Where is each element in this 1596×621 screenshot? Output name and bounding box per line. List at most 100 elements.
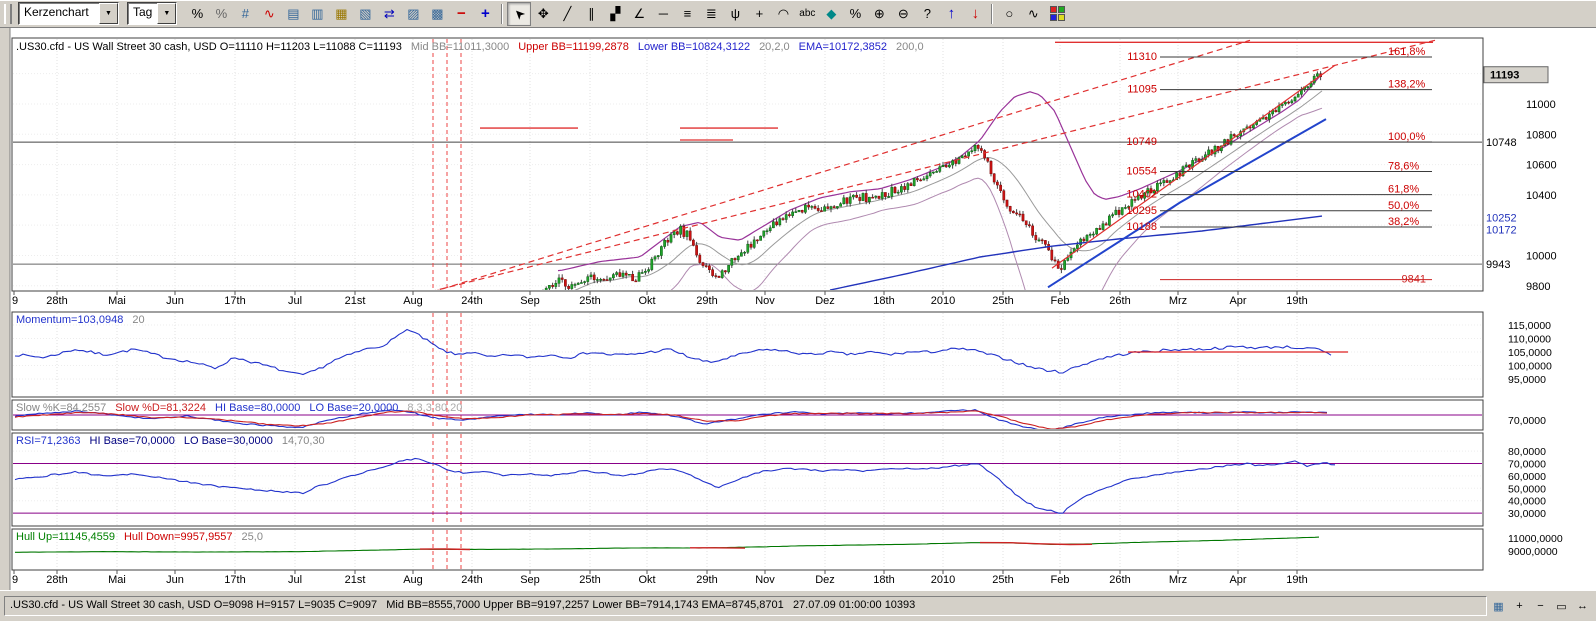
indicator-list-icon[interactable]: ▨ (401, 2, 425, 26)
chart-area[interactable]: 11310161,8%11095138,2%10749100,0%1055478… (0, 28, 1596, 590)
crosshair-glyph: + (756, 6, 764, 21)
trendline-glyph: ╱ (563, 6, 571, 22)
percent-measure-tool[interactable]: % (843, 2, 867, 26)
pan-hand-tool[interactable]: ✥ (531, 2, 555, 26)
fib-price-label: 11310 (1127, 51, 1157, 63)
droplet-tool[interactable]: ◆ (819, 2, 843, 26)
price-axis-label: 10800 (1526, 129, 1557, 141)
trendline-tool[interactable]: ╱ (555, 2, 579, 26)
grid-toggle-icon[interactable]: # (233, 2, 257, 26)
status-pan-icon[interactable]: ↔ (1573, 597, 1592, 615)
sell-arrow-marker[interactable]: ↓ (963, 2, 987, 26)
save-layout-icon[interactable]: ▦ (329, 2, 353, 26)
fib-price-label: 11095 (1127, 84, 1157, 96)
angle-line-tool[interactable]: ∠ (627, 2, 651, 26)
date-axis-label: Dez (815, 574, 835, 586)
percent-gain-icon[interactable]: % (185, 2, 209, 26)
date-axis-label: Aug (403, 574, 423, 586)
zoom-in-tool[interactable]: ⊕ (867, 2, 891, 26)
status-maximize-glyph: ▭ (1556, 600, 1566, 613)
date-axis-label: 25th (579, 574, 600, 586)
status-maximize-icon[interactable]: ▭ (1552, 597, 1571, 615)
data-window-icon[interactable]: ▦ (1489, 597, 1508, 615)
detach-window-icon[interactable]: ▩ (425, 2, 449, 26)
momentum-axis-label: 105,0000 (1508, 347, 1552, 359)
hatch-channel-glyph: ▞ (610, 6, 620, 22)
add-indicator-icon[interactable]: + (473, 2, 497, 26)
date-axis-label: 29th (696, 574, 717, 586)
cursor-tool[interactable]: ➤ (507, 2, 531, 26)
templates-icon[interactable]: ▧ (353, 2, 377, 26)
parallel-lines-tool[interactable]: ∥ (579, 2, 603, 26)
rsi-axis-label: 60,0000 (1508, 471, 1546, 483)
arc-tool[interactable]: ◠ (771, 2, 795, 26)
text-tool[interactable]: abc (795, 2, 819, 26)
templates-glyph: ▧ (359, 6, 371, 22)
chart-type-dropdown[interactable]: Kerzenchart ▼ (18, 2, 119, 25)
grid-toggle-glyph: # (242, 6, 249, 21)
wave-tool[interactable]: ∿ (1021, 2, 1045, 26)
rsi-axis-label: 80,0000 (1508, 446, 1546, 458)
date-axis-label: Sep (520, 295, 540, 307)
date-axis-label: Dez (815, 295, 835, 307)
rsi-axis-label: 30,0000 (1508, 508, 1546, 520)
momentum-axis-label: 100,0000 (1508, 361, 1552, 373)
date-axis-label: 21st (345, 574, 366, 586)
main-toolbar: Kerzenchart ▼ Tag ▼ %%#∿▤▥▦▧⇄▨▩−+➤✥╱∥▞∠─… (0, 0, 1596, 28)
hatch-channel-tool[interactable]: ▞ (603, 2, 627, 26)
remove-indicator-icon[interactable]: − (449, 2, 473, 26)
indicator-list-glyph: ▨ (407, 6, 419, 22)
current-price-label: 11193 (1490, 70, 1519, 82)
date-axis-label: 25th (992, 295, 1013, 307)
chart-canvas[interactable]: 11310161,8%11095138,2%10749100,0%1055478… (0, 28, 1596, 590)
date-axis-label: 28th (46, 574, 67, 586)
color-swatch[interactable] (1058, 14, 1065, 21)
crosshair-tool[interactable]: + (747, 2, 771, 26)
ellipse-tool[interactable]: ○ (997, 2, 1021, 26)
fib-price-label: 9841 (1402, 274, 1426, 286)
status-plus-icon[interactable]: + (1510, 597, 1529, 615)
fib-price-label: 10188 (1126, 221, 1157, 233)
timeframe-dropdown[interactable]: Tag ▼ (127, 2, 177, 25)
fibonacci-tool[interactable]: ≣ (699, 2, 723, 26)
status-minus-icon[interactable]: − (1531, 597, 1550, 615)
percent-loss-icon[interactable]: % (209, 2, 233, 26)
price-axis-label: 9800 (1526, 281, 1550, 293)
help-pointer-tool[interactable]: ? (915, 2, 939, 26)
new-page-icon[interactable]: ▤ (281, 2, 305, 26)
chart-type-dropdown-arrow[interactable]: ▼ (99, 3, 118, 24)
color-swatch[interactable] (1050, 6, 1057, 13)
add-indicator-glyph: + (481, 5, 490, 22)
toolbar-icon-group: %%#∿▤▥▦▧⇄▨▩−+➤✥╱∥▞∠─≡≣ψ+◠abc◆%⊕⊖?↑↓○∿ (185, 2, 1069, 26)
pitchfork-tool[interactable]: ψ (723, 2, 747, 26)
date-axis-label: Jun (166, 295, 184, 307)
date-axis-label: Mrz (1169, 295, 1187, 307)
date-axis-label: 2010 (931, 295, 955, 307)
zigzag-icon[interactable]: ∿ (257, 2, 281, 26)
horizontal-line-tool[interactable]: ─ (651, 2, 675, 26)
date-axis-label: Apr (1229, 295, 1246, 307)
color-swatch[interactable] (1050, 14, 1057, 21)
color-palette[interactable] (1045, 2, 1069, 26)
rsi-axis-label: 40,0000 (1508, 496, 1546, 508)
line-value-label: 10748 (1486, 137, 1517, 149)
timeframe-dropdown-arrow[interactable]: ▼ (157, 3, 176, 24)
duplicate-page-icon[interactable]: ▥ (305, 2, 329, 26)
pitchfork-glyph: ψ (731, 6, 740, 21)
color-swatch[interactable] (1058, 6, 1065, 13)
fib-price-label: 10295 (1126, 205, 1157, 217)
date-axis-label: Okt (638, 295, 655, 307)
date-axis-label: Nov (755, 295, 775, 307)
buy-arrow-marker[interactable]: ↑ (939, 2, 963, 26)
multi-line-glyph: ≡ (684, 6, 692, 21)
compare-symbols-icon[interactable]: ⇄ (377, 2, 401, 26)
toolbar-grip[interactable] (4, 4, 12, 24)
date-axis-label: 19th (1286, 574, 1307, 586)
chart-type-value: Kerzenchart (19, 3, 99, 24)
fib-price-label: 10554 (1126, 166, 1157, 178)
date-axis-label: Jun (166, 574, 184, 586)
zoom-out-tool[interactable]: ⊖ (891, 2, 915, 26)
multi-line-tool[interactable]: ≡ (675, 2, 699, 26)
date-axis-label: Okt (638, 574, 655, 586)
rsi-axis-label: 50,0000 (1508, 483, 1546, 495)
